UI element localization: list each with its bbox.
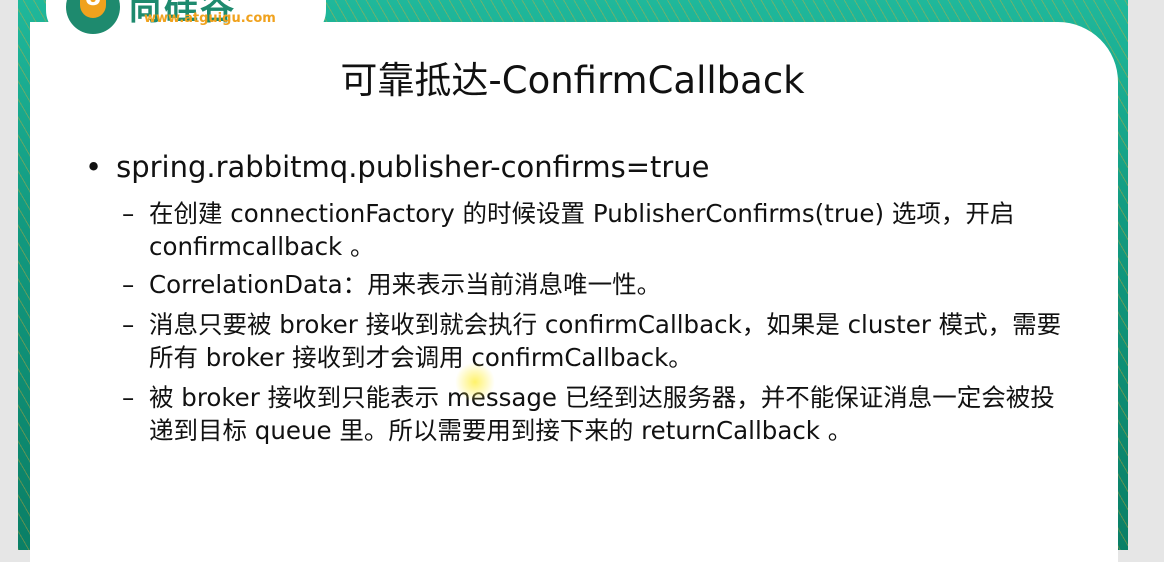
logo: U 尚硅谷 www.atguigu.com: [46, 0, 326, 40]
bullet-text: spring.rabbitmq.publisher-confirms=true: [116, 150, 710, 184]
sub-bullet: – CorrelationData：用来表示当前消息唯一性。: [122, 270, 662, 299]
sub-bullet: – 消息只要被 broker 接收到就会执行 confirmCallback，如果…: [122, 310, 1062, 372]
sub-bullet: – 在创建 connectionFactory 的时候设置 PublisherCo…: [122, 199, 1015, 261]
sub-bullet: – 被 broker 接收到只能表示 message 已经到达服务器，并不能保证消…: [122, 383, 1055, 445]
main-bullet: • spring.rabbitmq.publisher-confirms=true: [85, 150, 710, 184]
logo-url: www.atguigu.com: [144, 11, 276, 26]
cursor-highlight: [455, 362, 495, 402]
slide-title: 可靠抵达-ConfirmCallback: [340, 59, 805, 102]
bullet-dot: •: [85, 150, 103, 184]
